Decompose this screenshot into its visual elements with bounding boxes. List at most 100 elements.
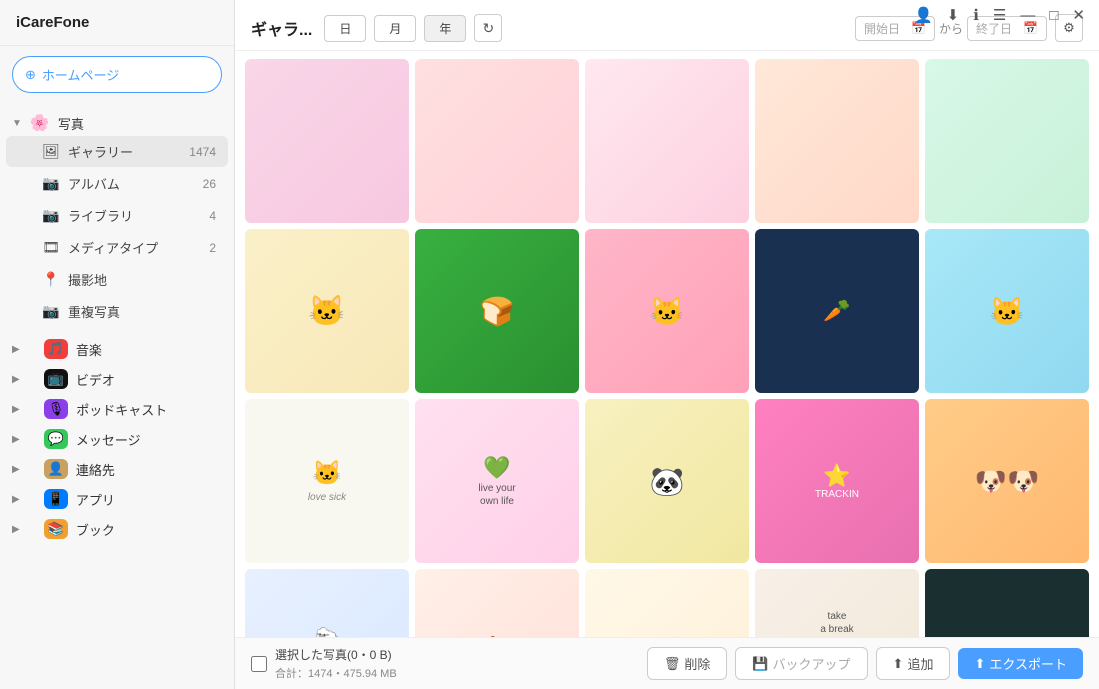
contacts-arrow: ▶ bbox=[12, 464, 20, 475]
sidebar-item-location[interactable]: 📍 撮影地 bbox=[6, 264, 228, 295]
photo-cell[interactable]: 💚 live yourown life bbox=[415, 399, 579, 563]
add-button[interactable]: ⬆ 追加 bbox=[876, 647, 951, 680]
photo-cell[interactable]: 🧸 bbox=[415, 569, 579, 637]
sidebar-item-mediatype[interactable]: 🎞 メディアタイプ 2 bbox=[6, 232, 228, 263]
export-button[interactable]: ⬆ エクスポート bbox=[958, 648, 1083, 679]
menu-icon[interactable]: ☰ bbox=[993, 6, 1006, 24]
messages-label: メッセージ bbox=[76, 430, 222, 449]
tab-month[interactable]: 月 bbox=[374, 15, 416, 42]
backup-button[interactable]: 💾 バックアップ bbox=[735, 647, 867, 680]
user-icon[interactable]: 👤 bbox=[914, 6, 933, 24]
delete-label: 削除 bbox=[684, 654, 710, 673]
photo-cell[interactable]: 🐶🐶 bbox=[925, 399, 1089, 563]
sidebar-item-gallery[interactable]: 🖼 ギャラリー 1474 bbox=[6, 136, 228, 167]
sidebar-section-video[interactable]: ▶ 📺 ビデオ bbox=[0, 361, 234, 391]
library-count: 4 bbox=[209, 209, 216, 223]
podcast-label: ポッドキャスト bbox=[76, 400, 222, 419]
gallery-count: 1474 bbox=[189, 145, 216, 159]
app-title: iCareFone bbox=[0, 0, 234, 46]
sidebar-section-messages[interactable]: ▶ 💬 メッセージ bbox=[0, 421, 234, 451]
refresh-button[interactable]: ↻ bbox=[474, 14, 502, 42]
sidebar-section-podcast[interactable]: ▶ 🎙 ポッドキャスト bbox=[0, 391, 234, 421]
tab-day[interactable]: 日 bbox=[324, 15, 366, 42]
sidebar-item-library[interactable]: 📷 ライブラリ 4 bbox=[6, 200, 228, 231]
maximize-icon[interactable]: □ bbox=[1049, 7, 1058, 24]
sidebar-section-books[interactable]: ▶ 📚 ブック bbox=[0, 511, 234, 541]
duplicate-label: 重複写真 bbox=[68, 302, 216, 321]
contacts-icon: 👤 bbox=[44, 459, 68, 479]
select-all-checkbox[interactable] bbox=[251, 656, 267, 672]
photo-cell[interactable]: 🍞 bbox=[415, 229, 579, 393]
photo-cell-coffee[interactable]: take a break have a cup coffee ☕ bbox=[755, 569, 919, 637]
sidebar-section-contacts[interactable]: ▶ 👤 連絡先 bbox=[0, 451, 234, 481]
sidebar-section-photos[interactable]: ▼ 🌸 写真 bbox=[0, 107, 234, 135]
apps-arrow: ▶ bbox=[12, 494, 20, 505]
sidebar-section-apps[interactable]: ▶ 📱 アプリ bbox=[0, 481, 234, 511]
main-content: 👤 ⬇ ℹ ☰ — □ ✕ ギャラ... 日 月 年 ↻ 開始日 📅 から 終了… bbox=[235, 0, 1099, 689]
video-icon: 📺 bbox=[44, 369, 68, 389]
select-label: 選択した写真(0・0 B) bbox=[275, 646, 397, 663]
books-label: ブック bbox=[76, 520, 222, 539]
download-icon[interactable]: ⬇ bbox=[947, 6, 960, 24]
mediatype-icon: 🎞 bbox=[42, 239, 60, 256]
window-controls: 👤 ⬇ ℹ ☰ — □ ✕ bbox=[914, 0, 1099, 24]
photo-cell[interactable]: 🐱 bbox=[585, 569, 749, 637]
video-arrow: ▶ bbox=[12, 374, 20, 385]
photo-cell[interactable]: 🐼 bbox=[585, 399, 749, 563]
podcast-arrow: ▶ bbox=[12, 404, 20, 415]
photo-cell[interactable] bbox=[755, 59, 919, 223]
photos-section-label: 写真 bbox=[58, 114, 222, 133]
sidebar-nav: ▼ 🌸 写真 🖼 ギャラリー 1474 📷 アルバム 26 📷 ライブラリ 4 … bbox=[0, 103, 234, 689]
home-label: ホームページ bbox=[42, 65, 119, 84]
minimize-icon[interactable]: — bbox=[1020, 7, 1035, 24]
gallery-label: ギャラリー bbox=[68, 142, 181, 161]
photo-cell[interactable]: 🥕 bbox=[755, 229, 919, 393]
mediatype-count: 2 bbox=[209, 241, 216, 255]
photo-grid-container: 🐱 🍞 🐱 🥕 🐱 🐱 bbox=[235, 51, 1099, 637]
gallery-icon: 🖼 bbox=[42, 143, 60, 160]
album-count: 26 bbox=[203, 177, 216, 191]
photo-cell[interactable] bbox=[415, 59, 579, 223]
photo-cell[interactable]: LUCKY DOG bbox=[925, 569, 1089, 637]
apps-label: アプリ bbox=[76, 490, 222, 509]
sidebar-item-duplicate[interactable]: 📷 重複写真 bbox=[6, 296, 228, 327]
library-label: ライブラリ bbox=[68, 206, 201, 225]
photos-icon: 🌸 bbox=[30, 113, 50, 133]
album-label: アルバム bbox=[68, 174, 195, 193]
apps-icon: 📱 bbox=[44, 489, 68, 509]
tab-year[interactable]: 年 bbox=[424, 15, 466, 42]
photo-cell[interactable] bbox=[585, 59, 749, 223]
photo-cell[interactable]: 🐱 bbox=[245, 229, 409, 393]
add-label: 追加 bbox=[907, 654, 933, 673]
sidebar-section-music[interactable]: ▶ 🎵 音楽 bbox=[0, 331, 234, 361]
location-label: 撮影地 bbox=[68, 270, 216, 289]
sidebar: iCareFone ⊕ ホームページ ▼ 🌸 写真 🖼 ギャラリー 1474 📷… bbox=[0, 0, 235, 689]
backup-label: バックアップ bbox=[773, 654, 851, 673]
delete-icon: 🗑 bbox=[664, 656, 681, 672]
photo-cell[interactable] bbox=[245, 59, 409, 223]
total-label: 合計：1474・475.94 MB bbox=[275, 665, 397, 681]
sidebar-item-album[interactable]: 📷 アルバム 26 bbox=[6, 168, 228, 199]
books-arrow: ▶ bbox=[12, 524, 20, 535]
export-label: エクスポート bbox=[989, 654, 1067, 673]
video-label: ビデオ bbox=[76, 370, 222, 389]
library-icon: 📷 bbox=[42, 207, 60, 224]
photo-cell[interactable]: ⭐ TRACKIN bbox=[755, 399, 919, 563]
delete-button[interactable]: 🗑 削除 bbox=[647, 647, 728, 680]
home-button[interactable]: ⊕ ホームページ bbox=[12, 56, 222, 93]
photo-cell[interactable]: 🐱 love sick bbox=[245, 399, 409, 563]
photo-grid: 🐱 🍞 🐱 🥕 🐱 🐱 bbox=[245, 59, 1089, 637]
photo-cell[interactable] bbox=[925, 59, 1089, 223]
music-label: 音楽 bbox=[76, 340, 222, 359]
photo-cell[interactable]: 🐱 bbox=[925, 229, 1089, 393]
close-icon[interactable]: ✕ bbox=[1072, 6, 1085, 24]
album-icon: 📷 bbox=[42, 175, 60, 192]
photo-cell[interactable]: 🐑 STAYCOOL bbox=[245, 569, 409, 637]
info-icon[interactable]: ℹ bbox=[973, 6, 979, 24]
photo-cell[interactable]: 🐱 bbox=[585, 229, 749, 393]
messages-icon: 💬 bbox=[44, 429, 68, 449]
music-arrow: ▶ bbox=[12, 344, 20, 355]
messages-arrow: ▶ bbox=[12, 434, 20, 445]
bottom-bar: 選択した写真(0・0 B) 合計：1474・475.94 MB 🗑 削除 💾 バ… bbox=[235, 637, 1099, 689]
music-icon: 🎵 bbox=[44, 339, 68, 359]
